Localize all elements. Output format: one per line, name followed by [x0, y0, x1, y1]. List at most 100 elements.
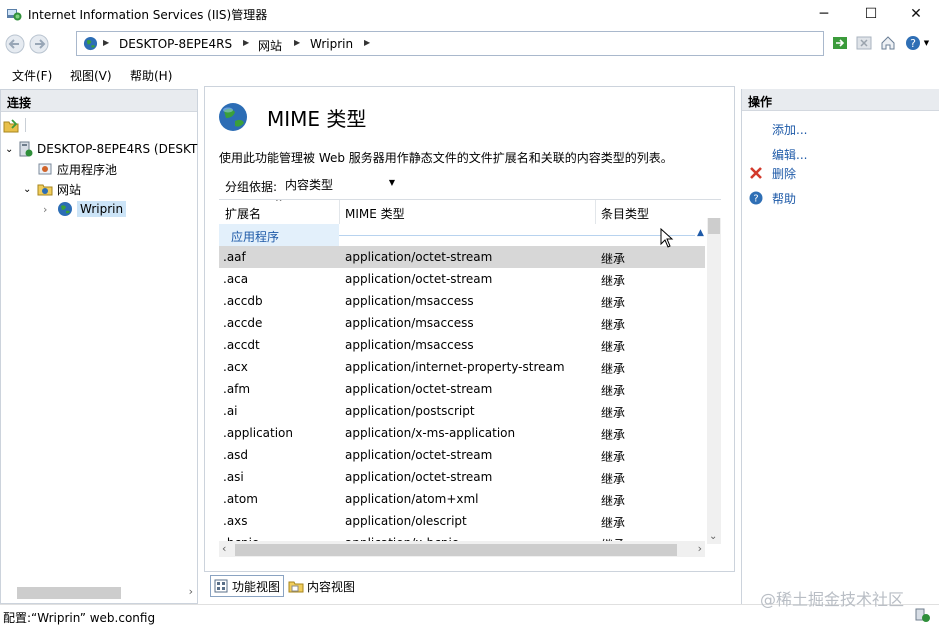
scroll-thumb[interactable] [708, 218, 720, 234]
mime-types-grid: ^ 扩展名 MIME 类型 条目类型 应用程序 ▲ .aaf applicati… [219, 199, 721, 545]
cell-mime-type: application/octet-stream [345, 382, 493, 396]
tree-node-sites[interactable]: ⌄ 网站 [23, 179, 81, 199]
cell-mime-type: application/atom+xml [345, 492, 479, 506]
column-header-mime-type[interactable]: MIME 类型 [345, 205, 405, 222]
cell-extension: .accdb [223, 294, 263, 308]
cell-mime-type: application/octet-stream [345, 470, 493, 484]
toolbar-icons: ? ▼ [830, 31, 936, 55]
address-bar[interactable]: ▶ DESKTOP-8EPE4RS ▶ 网站 ▶ Wriprin ▶ [76, 31, 824, 56]
menu-file[interactable]: 文件(F) [12, 67, 52, 84]
expand-icon[interactable]: ⌄ [23, 184, 37, 195]
table-row[interactable]: .accdt application/msaccess 继承 [219, 334, 705, 356]
cell-mime-type: application/x-ms-application [345, 426, 516, 440]
server-icon [19, 141, 33, 157]
connections-hscrollbar[interactable]: › [1, 585, 197, 601]
breadcrumb-sites[interactable]: 网站 [258, 37, 282, 54]
watermark: @稀土掘金技术社区 [760, 590, 905, 609]
column-header-entry-type[interactable]: 条目类型 [601, 205, 649, 222]
maximize-button[interactable]: ☐ [848, 0, 894, 28]
cell-mime-type: application/olescript [345, 514, 467, 528]
help-dropdown-button[interactable]: ? ▼ [902, 34, 932, 52]
expand-icon[interactable]: ⌄ [5, 144, 17, 155]
tree-node-app-pools[interactable]: 应用程序池 [37, 159, 117, 179]
home-icon[interactable] [878, 34, 898, 52]
tab-features-view[interactable]: 功能视图 [210, 575, 285, 597]
table-row[interactable]: .axs application/olescript 继承 [219, 510, 705, 532]
cell-extension: .atom [223, 492, 258, 506]
tab-content-view[interactable]: 内容视图 [288, 575, 355, 597]
group-header-application[interactable]: 应用程序 ▲ [219, 224, 705, 246]
table-row[interactable]: .atom application/atom+xml 继承 [219, 488, 705, 510]
cell-entry-type: 继承 [601, 450, 626, 464]
connections-toolbar [1, 114, 197, 136]
cell-entry-type: 继承 [601, 340, 626, 354]
cell-mime-type: application/msaccess [345, 316, 474, 330]
cell-entry-type: 继承 [601, 406, 626, 420]
action-add[interactable]: 添加... [748, 120, 807, 138]
globe-icon [58, 202, 72, 216]
table-row[interactable]: .application application/x-ms-applicatio… [219, 422, 705, 444]
go-icon[interactable] [830, 34, 850, 52]
table-row[interactable]: .asd application/octet-stream 继承 [219, 444, 705, 466]
forward-button[interactable] [26, 32, 52, 56]
actions-pane: 操作 添加... 编辑... 删除 ? 帮助 [741, 89, 939, 604]
breadcrumb-server[interactable]: DESKTOP-8EPE4RS [119, 37, 232, 51]
svg-text:?: ? [910, 37, 916, 50]
scroll-left-icon[interactable]: ‹ [222, 542, 226, 555]
cell-entry-type: 继承 [601, 318, 626, 332]
group-by-select[interactable]: 内容类型 ▼ [285, 176, 397, 194]
table-row[interactable]: .asi application/octet-stream 继承 [219, 466, 705, 488]
cell-extension: .accdt [223, 338, 260, 352]
action-edit[interactable]: 编辑... [748, 145, 807, 163]
table-row[interactable]: .accdb application/msaccess 继承 [219, 290, 705, 312]
iis-app-icon [7, 9, 22, 21]
back-button[interactable] [2, 32, 28, 56]
feature-description: 使用此功能管理被 Web 服务器用作静态文件的文件扩展名和关联的内容类型的列表。 [219, 151, 673, 165]
close-button[interactable]: ✕ [893, 0, 939, 28]
minimize-button[interactable]: ─ [801, 0, 847, 28]
action-label: 添加... [772, 122, 808, 137]
tree-label: 应用程序池 [57, 162, 118, 177]
table-row[interactable]: .aaf application/octet-stream 继承 [219, 246, 705, 268]
scroll-thumb[interactable] [235, 544, 677, 556]
cell-mime-type: application/octet-stream [345, 272, 493, 286]
action-delete[interactable]: 删除 [748, 164, 796, 182]
breadcrumb-arrow-icon: ▶ [294, 38, 301, 47]
scroll-right-icon[interactable]: › [189, 585, 193, 598]
tree-node-server[interactable]: ⌄ DESKTOP-8EPE4RS (DESKT [5, 139, 197, 159]
tree-label: DESKTOP-8EPE4RS (DESKT [37, 142, 198, 156]
cell-entry-type: 继承 [601, 494, 626, 508]
cell-extension: .accde [223, 316, 263, 330]
delete-icon [748, 165, 764, 181]
group-by-label: 分组依据: [225, 180, 278, 194]
table-row[interactable]: .accde application/msaccess 继承 [219, 312, 705, 334]
scroll-thumb[interactable] [17, 587, 121, 599]
collapse-icon[interactable]: › [43, 203, 57, 216]
table-row[interactable]: .afm application/octet-stream 继承 [219, 378, 705, 400]
cell-extension: .afm [223, 382, 251, 396]
table-row[interactable]: .acx application/internet-property-strea… [219, 356, 705, 378]
grid-hscrollbar[interactable]: ‹ › [219, 541, 705, 557]
cell-entry-type: 继承 [601, 384, 626, 398]
group-label: 应用程序 [219, 224, 339, 246]
column-separator[interactable] [595, 200, 596, 224]
window-title: Internet Information Services (IIS)管理器 [28, 8, 268, 22]
scroll-right-icon[interactable]: › [698, 542, 702, 555]
grid-vscrollbar[interactable]: ⌄ [707, 218, 721, 544]
table-row[interactable]: .ai application/postscript 继承 [219, 400, 705, 422]
cell-mime-type: application/msaccess [345, 294, 474, 308]
column-header-extension[interactable]: 扩展名 [225, 205, 261, 222]
table-row[interactable]: .aca application/octet-stream 继承 [219, 268, 705, 290]
menu-help[interactable]: 帮助(H) [130, 67, 172, 84]
stop-icon[interactable] [854, 34, 874, 52]
tree-node-wriprin[interactable]: › Wriprin [43, 199, 127, 219]
toolbar-separator [25, 118, 26, 132]
scroll-down-icon[interactable]: ⌄ [709, 531, 717, 542]
column-separator[interactable] [339, 200, 340, 224]
collapse-group-icon[interactable]: ▲ [697, 228, 704, 238]
menu-view[interactable]: 视图(V) [70, 67, 112, 84]
connect-icon[interactable] [3, 119, 19, 133]
action-help[interactable]: ? 帮助 [748, 189, 796, 207]
breadcrumb-site[interactable]: Wriprin [310, 37, 353, 51]
cell-extension: .axs [223, 514, 248, 528]
